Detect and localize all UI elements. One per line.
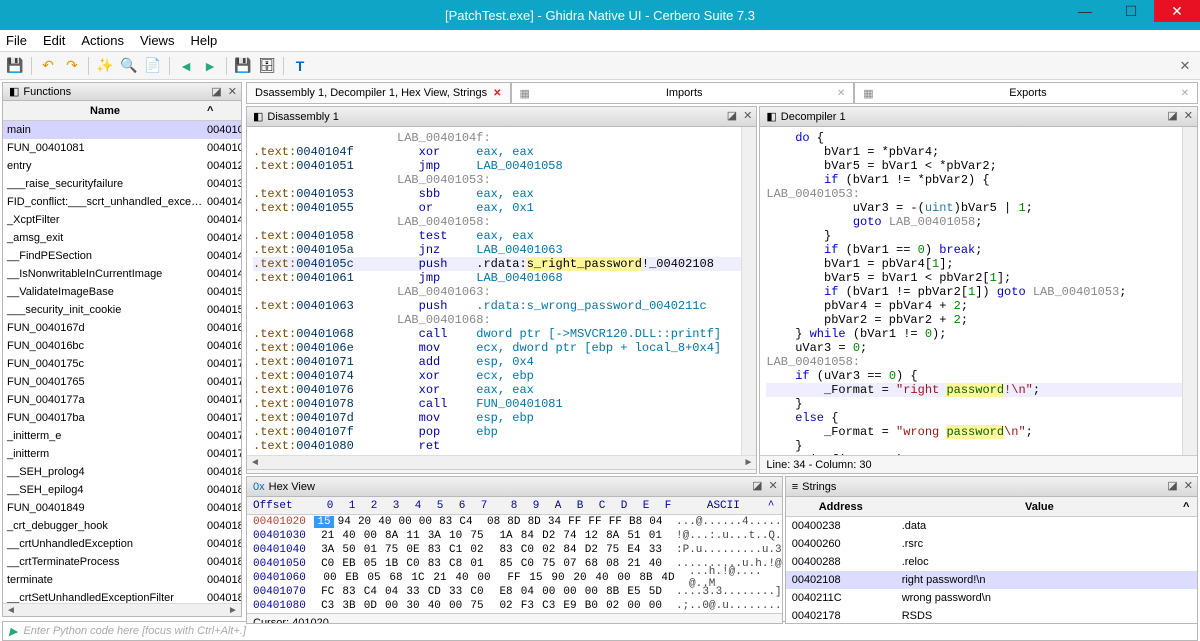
python-cmdline[interactable]: ▶ Enter Python code here [focus with Ctr… [2, 621, 1198, 641]
function-row[interactable]: terminate004018 [3, 571, 241, 589]
function-row[interactable]: __IsNonwritableInCurrentImage004014 [3, 265, 241, 283]
hex-row[interactable]: 004010403A5001750E83C10283C00284D275E433… [247, 543, 782, 557]
decomp-scrollbar[interactable] [1182, 127, 1197, 455]
menu-edit[interactable]: Edit [43, 33, 65, 48]
disasm-scrollbar[interactable] [741, 127, 756, 455]
string-row[interactable]: 0040211Cwrong password\n [786, 589, 1197, 607]
panel-close-icon[interactable]: ✕ [228, 85, 237, 98]
functions-title: Functions [23, 86, 71, 98]
grid-icon: ▦ [520, 87, 532, 100]
toolbar-close-icon[interactable]: ✕ [1176, 57, 1194, 75]
redo-icon[interactable]: ↷ [61, 55, 83, 77]
tab-2[interactable]: ▦Exports✕ [854, 82, 1198, 104]
string-row[interactable]: 00400288.reloc [786, 553, 1197, 571]
tab-1[interactable]: ▦Imports✕ [511, 82, 855, 104]
decompiler-view[interactable]: do { bVar1 = *pbVar4; bVar5 = bVar1 < *p… [760, 127, 1197, 455]
hex-row[interactable]: 0040106000EB05681C214000FF15902040008B4D… [247, 571, 782, 585]
function-row[interactable]: FUN_0040175c004017 [3, 355, 241, 373]
snippet-icon[interactable]: 📄 [142, 55, 164, 77]
decomp-status: Line: 34 - Column: 30 [760, 455, 1197, 473]
nav-fwd-icon[interactable]: ► [199, 55, 221, 77]
hex-row[interactable]: 00401080C33B0D003040007502F3C3E9B0020000… [247, 599, 782, 613]
function-row[interactable]: __crtTerminateProcess004018 [3, 553, 241, 571]
strings-panel-title: ≡ Strings ◪✕ [786, 477, 1197, 497]
strings-list[interactable]: 00400238.data00400260.rsrc00400288.reloc… [786, 517, 1197, 623]
function-row[interactable]: main004010 [3, 121, 241, 139]
function-row[interactable]: ___raise_securityfailure004013 [3, 175, 241, 193]
maximize-button[interactable]: ☐ [1108, 0, 1154, 22]
function-row[interactable]: __SEH_epilog4004018 [3, 481, 241, 499]
toolbar: 💾 ↶ ↷ ✨ 🔍 📄 ◄ ► 💾 🗄 T ✕ [0, 52, 1200, 80]
nav-back-icon[interactable]: ◄ [175, 55, 197, 77]
tab-0[interactable]: Dsassembly 1, Decompiler 1, Hex View, St… [246, 82, 511, 104]
tab-close-icon[interactable]: ✕ [1181, 88, 1189, 99]
search-icon[interactable]: 🔍 [118, 55, 140, 77]
strings-col-addr[interactable]: Address [786, 501, 896, 513]
string-row[interactable]: 00400238.data [786, 517, 1197, 535]
function-row[interactable]: _initterm_e004017 [3, 427, 241, 445]
menu-file[interactable]: File [6, 33, 27, 48]
disasm-status: Address: 0x0040105C [247, 469, 756, 473]
grid-icon: ▦ [863, 87, 875, 100]
hex-view[interactable]: 0040102015942040000083C4088D8D34FFFFFFB8… [247, 515, 782, 613]
function-row[interactable]: FUN_0040167d004016 [3, 319, 241, 337]
hex-row[interactable]: 00401070FC83C40433CD33C0E8040000008BE55D… [247, 585, 782, 599]
hex-row[interactable]: 0040102015942040000083C4088D8D34FFFFFFB8… [247, 515, 782, 529]
minimize-button[interactable]: — [1062, 0, 1108, 22]
function-row[interactable]: FUN_004016bc004016 [3, 337, 241, 355]
menu-help[interactable]: Help [190, 33, 217, 48]
menubar: File Edit Actions Views Help [0, 30, 1200, 52]
function-row[interactable]: _XcptFilter004014 [3, 211, 241, 229]
function-row[interactable]: FUN_00401765004017 [3, 373, 241, 391]
function-row[interactable]: __crtSetUnhandledExceptionFilter004018 [3, 589, 241, 603]
type-icon[interactable]: T [289, 55, 311, 77]
function-row[interactable]: __ValidateImageBase004015 [3, 283, 241, 301]
db-icon[interactable]: 🗄 [256, 55, 278, 77]
hex-panel-title: 0x Hex View ◪✕ [247, 477, 782, 497]
window-title: [PatchTest.exe] - Ghidra Native UI - Cer… [445, 8, 755, 23]
function-row[interactable]: __FindPESection004014 [3, 247, 241, 265]
functions-col-name[interactable]: Name [3, 105, 207, 117]
functions-panel-title: ◧ Functions ◪✕ [3, 83, 241, 101]
titlebar: [PatchTest.exe] - Ghidra Native UI - Cer… [0, 0, 1200, 30]
function-row[interactable]: FUN_0040177a004017 [3, 391, 241, 409]
wand-icon[interactable]: ✨ [94, 55, 116, 77]
function-row[interactable]: FUN_00401849004018 [3, 499, 241, 517]
function-row[interactable]: FUN_004017ba004017 [3, 409, 241, 427]
function-row[interactable]: FID_conflict:___scrt_unhandled_exceptio.… [3, 193, 241, 211]
disasm-panel-title: ◧ Disassembly 1 ◪✕ [247, 107, 756, 127]
string-row[interactable]: 00402178RSDS [786, 607, 1197, 623]
function-row[interactable]: __crtUnhandledException004018 [3, 535, 241, 553]
function-row[interactable]: _amsg_exit004014 [3, 229, 241, 247]
tabbar: Dsassembly 1, Decompiler 1, Hex View, St… [246, 82, 1198, 104]
close-button[interactable]: ✕ [1154, 0, 1200, 22]
functions-list[interactable]: main004010FUN_00401081004010entry004012_… [3, 121, 241, 603]
menu-actions[interactable]: Actions [81, 33, 124, 48]
decompiler-panel-title: ◧ Decompiler 1 ◪✕ [760, 107, 1197, 127]
string-row[interactable]: 00402108right password!\n [786, 571, 1197, 589]
function-row[interactable]: FUN_00401081004010 [3, 139, 241, 157]
menu-views[interactable]: Views [140, 33, 174, 48]
function-row[interactable]: __SEH_prolog4004018 [3, 463, 241, 481]
tab-close-icon[interactable]: ✕ [837, 88, 845, 99]
hex-row[interactable]: 004010302140008A113A10751A84D274128A5101… [247, 529, 782, 543]
functions-col-caret[interactable]: ^ [207, 105, 241, 117]
function-row[interactable]: entry004012 [3, 157, 241, 175]
tab-close-icon[interactable]: ✕ [493, 88, 501, 99]
save2-icon[interactable]: 💾 [232, 55, 254, 77]
strings-col-val[interactable]: Value [896, 501, 1183, 513]
function-row[interactable]: ___security_init_cookie004015 [3, 301, 241, 319]
save-icon[interactable]: 💾 [4, 55, 26, 77]
undo-icon[interactable]: ↶ [37, 55, 59, 77]
string-row[interactable]: 00400260.rsrc [786, 535, 1197, 553]
panel-float-icon[interactable]: ◪ [211, 85, 221, 98]
hex-status: Cursor: 401020 [247, 613, 782, 623]
disassembly-view[interactable]: LAB_0040104f: .text:0040104f xor eax, ea… [247, 127, 756, 455]
function-row[interactable]: _crt_debugger_hook004018 [3, 517, 241, 535]
function-row[interactable]: _initterm004017 [3, 445, 241, 463]
